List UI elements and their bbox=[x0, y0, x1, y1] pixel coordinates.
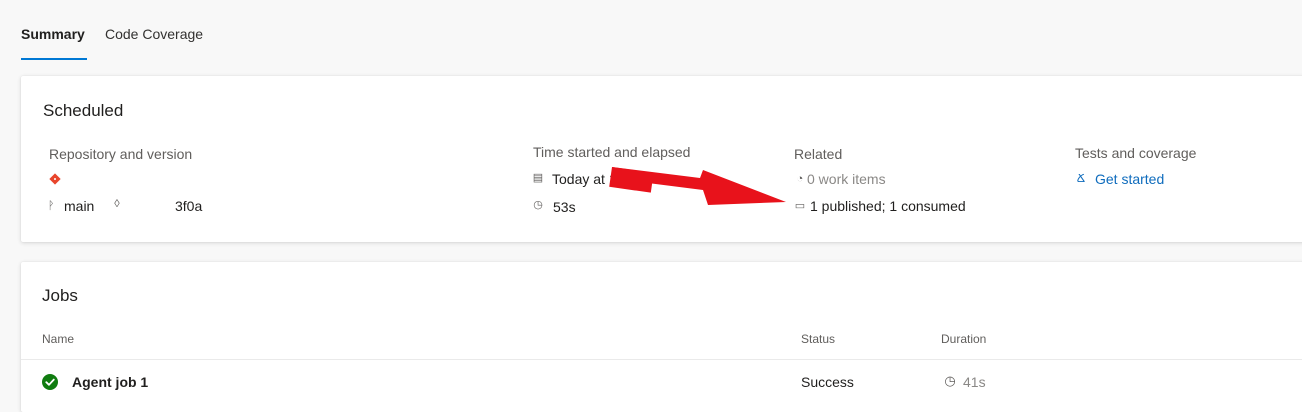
job-duration: 41s bbox=[963, 374, 986, 390]
elapsed-time: 53s bbox=[553, 199, 576, 215]
tab-summary[interactable]: Summary bbox=[21, 26, 85, 42]
header-divider bbox=[21, 359, 1302, 360]
branch-name[interactable]: main bbox=[64, 198, 94, 214]
start-time: Today at 1 bbox=[552, 171, 617, 187]
work-item-icon: ◔ bbox=[796, 173, 804, 185]
commit-id[interactable]: 3f0a bbox=[175, 198, 202, 214]
column-header-status: Status bbox=[801, 332, 836, 346]
repository-label: Repository and version bbox=[49, 146, 193, 162]
artifacts-link[interactable]: 1 published; 1 consumed bbox=[810, 198, 966, 214]
column-header-duration: Duration bbox=[941, 332, 987, 346]
git-icon bbox=[49, 173, 61, 185]
clock-icon: ◷ bbox=[533, 199, 543, 211]
commit-icon: ◊ bbox=[114, 198, 120, 210]
tests-label: Tests and coverage bbox=[1075, 145, 1197, 161]
related-label: Related bbox=[794, 146, 843, 162]
column-header-name: Name bbox=[42, 332, 75, 346]
tab-code-coverage[interactable]: Code Coverage bbox=[105, 26, 203, 42]
summary-card: Scheduled Repository and version ᚹ main … bbox=[21, 76, 1302, 242]
artifact-icon: ▭ bbox=[794, 200, 806, 212]
job-status: Success bbox=[801, 374, 854, 390]
time-label: Time started and elapsed bbox=[533, 144, 691, 160]
work-items-link[interactable]: 0 work items bbox=[807, 171, 886, 187]
run-reason-title: Scheduled bbox=[43, 101, 124, 120]
active-tab-indicator bbox=[21, 58, 87, 60]
calendar-icon: ▤ bbox=[532, 172, 544, 184]
jobs-title: Jobs bbox=[42, 286, 78, 305]
branch-icon: ᚹ bbox=[47, 200, 55, 212]
flask-icon: Ճ bbox=[1076, 173, 1086, 185]
success-icon bbox=[42, 374, 58, 390]
job-name[interactable]: Agent job 1 bbox=[72, 374, 148, 390]
get-started-link[interactable]: Get started bbox=[1095, 171, 1164, 187]
jobs-card: Jobs Name Status Duration Agent job 1 Su… bbox=[21, 262, 1302, 412]
clock-icon: ◷ bbox=[944, 373, 956, 388]
